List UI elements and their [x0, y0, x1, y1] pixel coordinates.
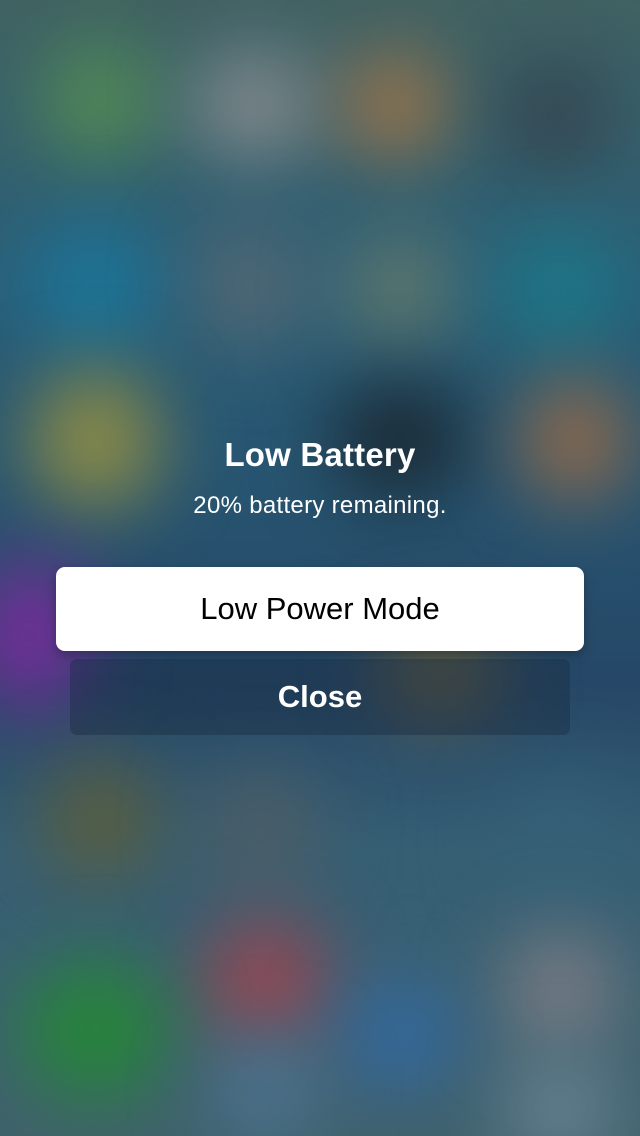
close-button[interactable]: Close	[70, 659, 570, 735]
low-power-mode-button[interactable]: Low Power Mode	[56, 567, 584, 651]
alert-message: 20% battery remaining.	[193, 492, 447, 519]
low-battery-alert: Low Battery 20% battery remaining. Low P…	[0, 0, 640, 1136]
alert-title: Low Battery	[224, 436, 416, 473]
